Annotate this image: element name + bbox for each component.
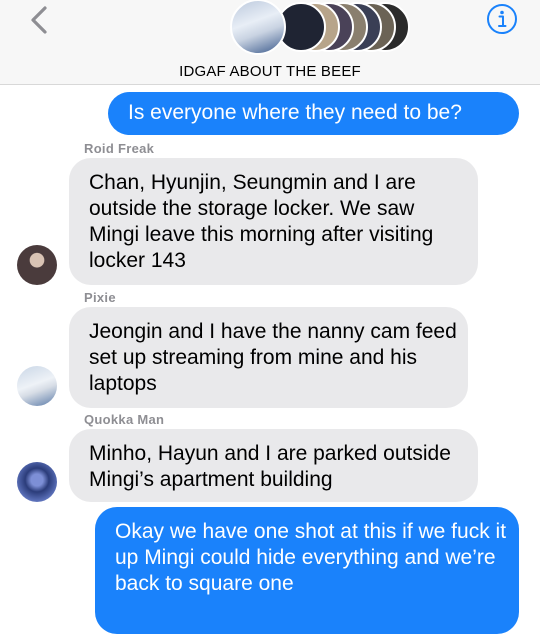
sender-name: Pixie: [84, 290, 116, 305]
incoming-message-bubble[interactable]: Minho, Hayun and I are parked outside Mi…: [69, 429, 478, 502]
avatar[interactable]: [17, 366, 57, 406]
avatar[interactable]: [17, 245, 57, 285]
outgoing-message-bubble[interactable]: Is everyone where they need to be?: [108, 92, 519, 135]
chevron-left-icon[interactable]: [24, 4, 56, 36]
avatar[interactable]: [17, 462, 57, 502]
message-text: Okay we have one shot at this if we fuck…: [115, 520, 507, 595]
group-member-avatar: [230, 0, 286, 55]
info-icon[interactable]: [486, 3, 518, 35]
conversation-header: IDGAF ABOUT THE BEEF: [0, 0, 540, 85]
message-text: Is everyone where they need to be?: [128, 101, 462, 124]
group-avatar-stack[interactable]: [230, 0, 415, 55]
incoming-message-bubble[interactable]: Chan, Hyunjin, Seungmin and I are outsid…: [69, 158, 478, 285]
group-name[interactable]: IDGAF ABOUT THE BEEF: [0, 63, 540, 80]
message-text: Chan, Hyunjin, Seungmin and I are outsid…: [89, 171, 434, 272]
incoming-message-bubble[interactable]: Jeongin and I have the nanny cam feed se…: [69, 307, 468, 408]
message-text: Jeongin and I have the nanny cam feed se…: [89, 320, 457, 395]
outgoing-message-bubble[interactable]: Okay we have one shot at this if we fuck…: [95, 507, 519, 634]
message-text: Minho, Hayun and I are parked outside Mi…: [89, 442, 451, 491]
sender-name: Roid Freak: [84, 141, 155, 156]
sender-name: Quokka Man: [84, 412, 165, 427]
